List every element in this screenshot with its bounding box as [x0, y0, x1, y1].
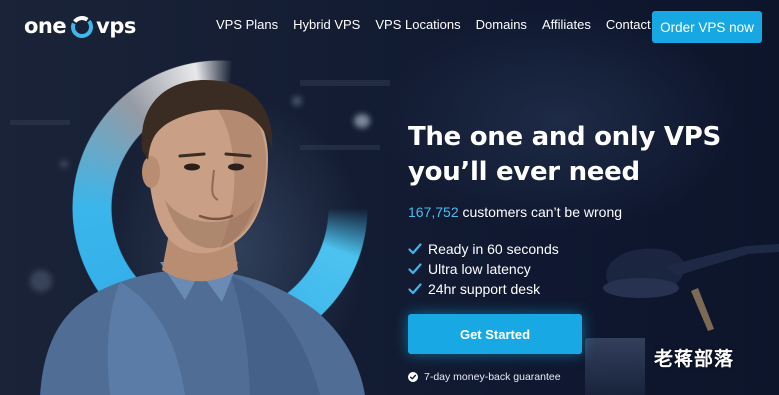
customer-count-text: 167,752 customers can’t be wrong	[408, 204, 622, 220]
nav-item-vps-plans[interactable]: VPS Plans	[216, 17, 278, 32]
feature-list: Ready in 60 seconds Ultra low latency 24…	[408, 239, 559, 299]
main-menu: VPS Plans Hybrid VPS VPS Locations Domai…	[216, 17, 651, 32]
customer-count-label: customers can’t be wrong	[458, 204, 623, 220]
order-vps-button[interactable]: Order VPS now	[652, 11, 762, 43]
site-logo[interactable]: one vps	[24, 12, 136, 40]
nav-item-hybrid-vps[interactable]: Hybrid VPS	[293, 17, 360, 32]
desk-lamp-image	[603, 244, 779, 331]
headline-line-1: The one and only VPS	[408, 122, 721, 152]
guarantee-text: 7-day money-back guarantee	[424, 371, 561, 383]
check-icon	[408, 243, 422, 255]
feature-label: Ultra low latency	[428, 261, 531, 277]
nav-item-vps-locations[interactable]: VPS Locations	[375, 17, 460, 32]
hero-headline: The one and only VPS you’ll ever need	[408, 120, 748, 190]
feature-item: Ultra low latency	[408, 259, 559, 279]
logo-text-vps: vps	[96, 14, 136, 38]
laptop-image	[585, 338, 645, 395]
get-started-button[interactable]: Get Started	[408, 314, 582, 354]
hero-background	[0, 0, 779, 395]
hero-person-image	[40, 80, 365, 395]
top-navigation: one vps VPS Plans Hybrid VPS VPS Locatio…	[0, 0, 779, 52]
check-circle-icon	[408, 372, 418, 382]
watermark-text: 老蒋部落	[654, 348, 735, 370]
feature-label: Ready in 60 seconds	[428, 241, 559, 257]
nav-item-domains[interactable]: Domains	[476, 17, 527, 32]
feature-item: Ready in 60 seconds	[408, 239, 559, 259]
money-back-guarantee: 7-day money-back guarantee	[408, 371, 561, 383]
feature-label: 24hr support desk	[428, 281, 541, 297]
nav-item-affiliates[interactable]: Affiliates	[542, 17, 591, 32]
nav-item-contact[interactable]: Contact	[606, 17, 651, 32]
logo-text-one: one	[24, 14, 67, 38]
customer-count: 167,752	[408, 204, 459, 220]
feature-item: 24hr support desk	[408, 279, 559, 299]
check-icon	[408, 263, 422, 275]
check-icon	[408, 283, 422, 295]
headline-line-2: you’ll ever need	[408, 157, 640, 187]
circle-logo-icon	[71, 16, 94, 38]
